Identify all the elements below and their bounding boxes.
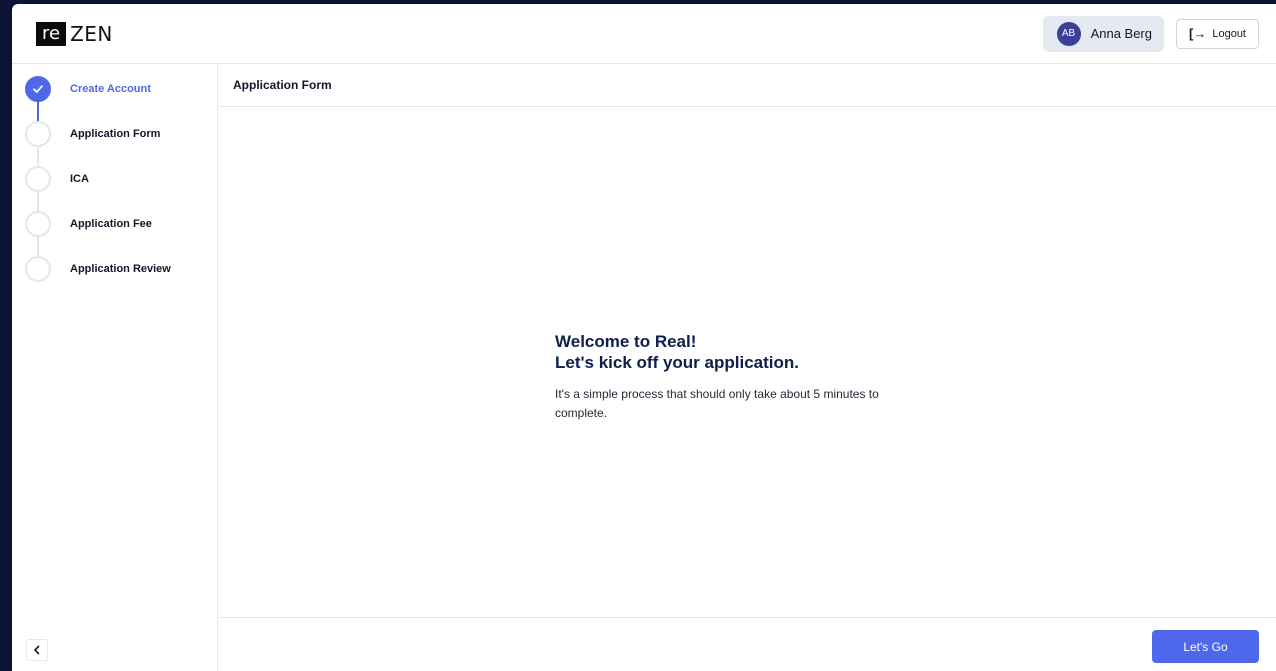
step-label: Application Review (70, 263, 171, 275)
rezen-logo[interactable]: re ZEN (36, 21, 113, 46)
avatar: AB (1056, 21, 1081, 46)
page-title: Application Form (233, 78, 332, 92)
action-footer: Let's Go (218, 617, 1276, 671)
user-name: Anna Berg (1090, 26, 1152, 41)
step-label: Create Account (70, 83, 151, 95)
app-window: re ZEN AB Anna Berg [→ Logout Create Acc… (12, 4, 1276, 671)
logout-label: Logout (1212, 27, 1246, 40)
step-create-account[interactable]: Create Account (12, 76, 217, 121)
step-application-form[interactable]: Application Form (12, 121, 217, 166)
welcome-description: It's a simple process that should only t… (555, 387, 879, 420)
step-ica[interactable]: ICA (12, 166, 217, 211)
step-application-fee[interactable]: Application Fee (12, 211, 217, 256)
step-label: ICA (70, 173, 89, 185)
step-status-indicator (25, 256, 51, 282)
user-menu[interactable]: AB Anna Berg (1042, 15, 1164, 52)
check-icon (33, 85, 43, 93)
logout-button[interactable]: [→ Logout (1176, 18, 1259, 49)
collapse-sidebar-button[interactable] (26, 639, 48, 661)
step-connector (37, 192, 39, 211)
top-header: re ZEN AB Anna Berg [→ Logout (12, 4, 1276, 64)
lets-go-button[interactable]: Let's Go (1152, 630, 1259, 663)
logo-text: ZEN (70, 21, 113, 46)
logout-icon: [→ (1189, 26, 1207, 41)
chevron-left-icon (34, 645, 40, 655)
welcome-line-1: Welcome to Real! (555, 332, 697, 351)
step-sidebar: Create Account Application Form ICA Appl… (12, 64, 218, 671)
step-list: Create Account Application Form ICA Appl… (12, 76, 217, 301)
step-status-indicator (25, 166, 51, 192)
step-label: Application Form (70, 128, 161, 140)
welcome-content: Welcome to Real! Let's kick off your app… (555, 331, 915, 423)
welcome-heading: Welcome to Real! Let's kick off your app… (555, 331, 915, 373)
step-connector (37, 147, 39, 166)
step-status-indicator (25, 121, 51, 147)
main-panel: Application Form Welcome to Real! Let's … (218, 64, 1276, 671)
welcome-line-2: Let's kick off your application. (555, 353, 799, 372)
step-status-indicator (25, 211, 51, 237)
logo-mark: re (36, 21, 67, 46)
step-connector (37, 102, 39, 121)
header-actions: AB Anna Berg [→ Logout (1042, 15, 1259, 52)
main-title-bar: Application Form (218, 64, 1276, 107)
step-label: Application Fee (70, 218, 152, 230)
step-status-indicator (25, 76, 51, 102)
step-application-review[interactable]: Application Review (12, 256, 217, 301)
step-connector (37, 237, 39, 256)
